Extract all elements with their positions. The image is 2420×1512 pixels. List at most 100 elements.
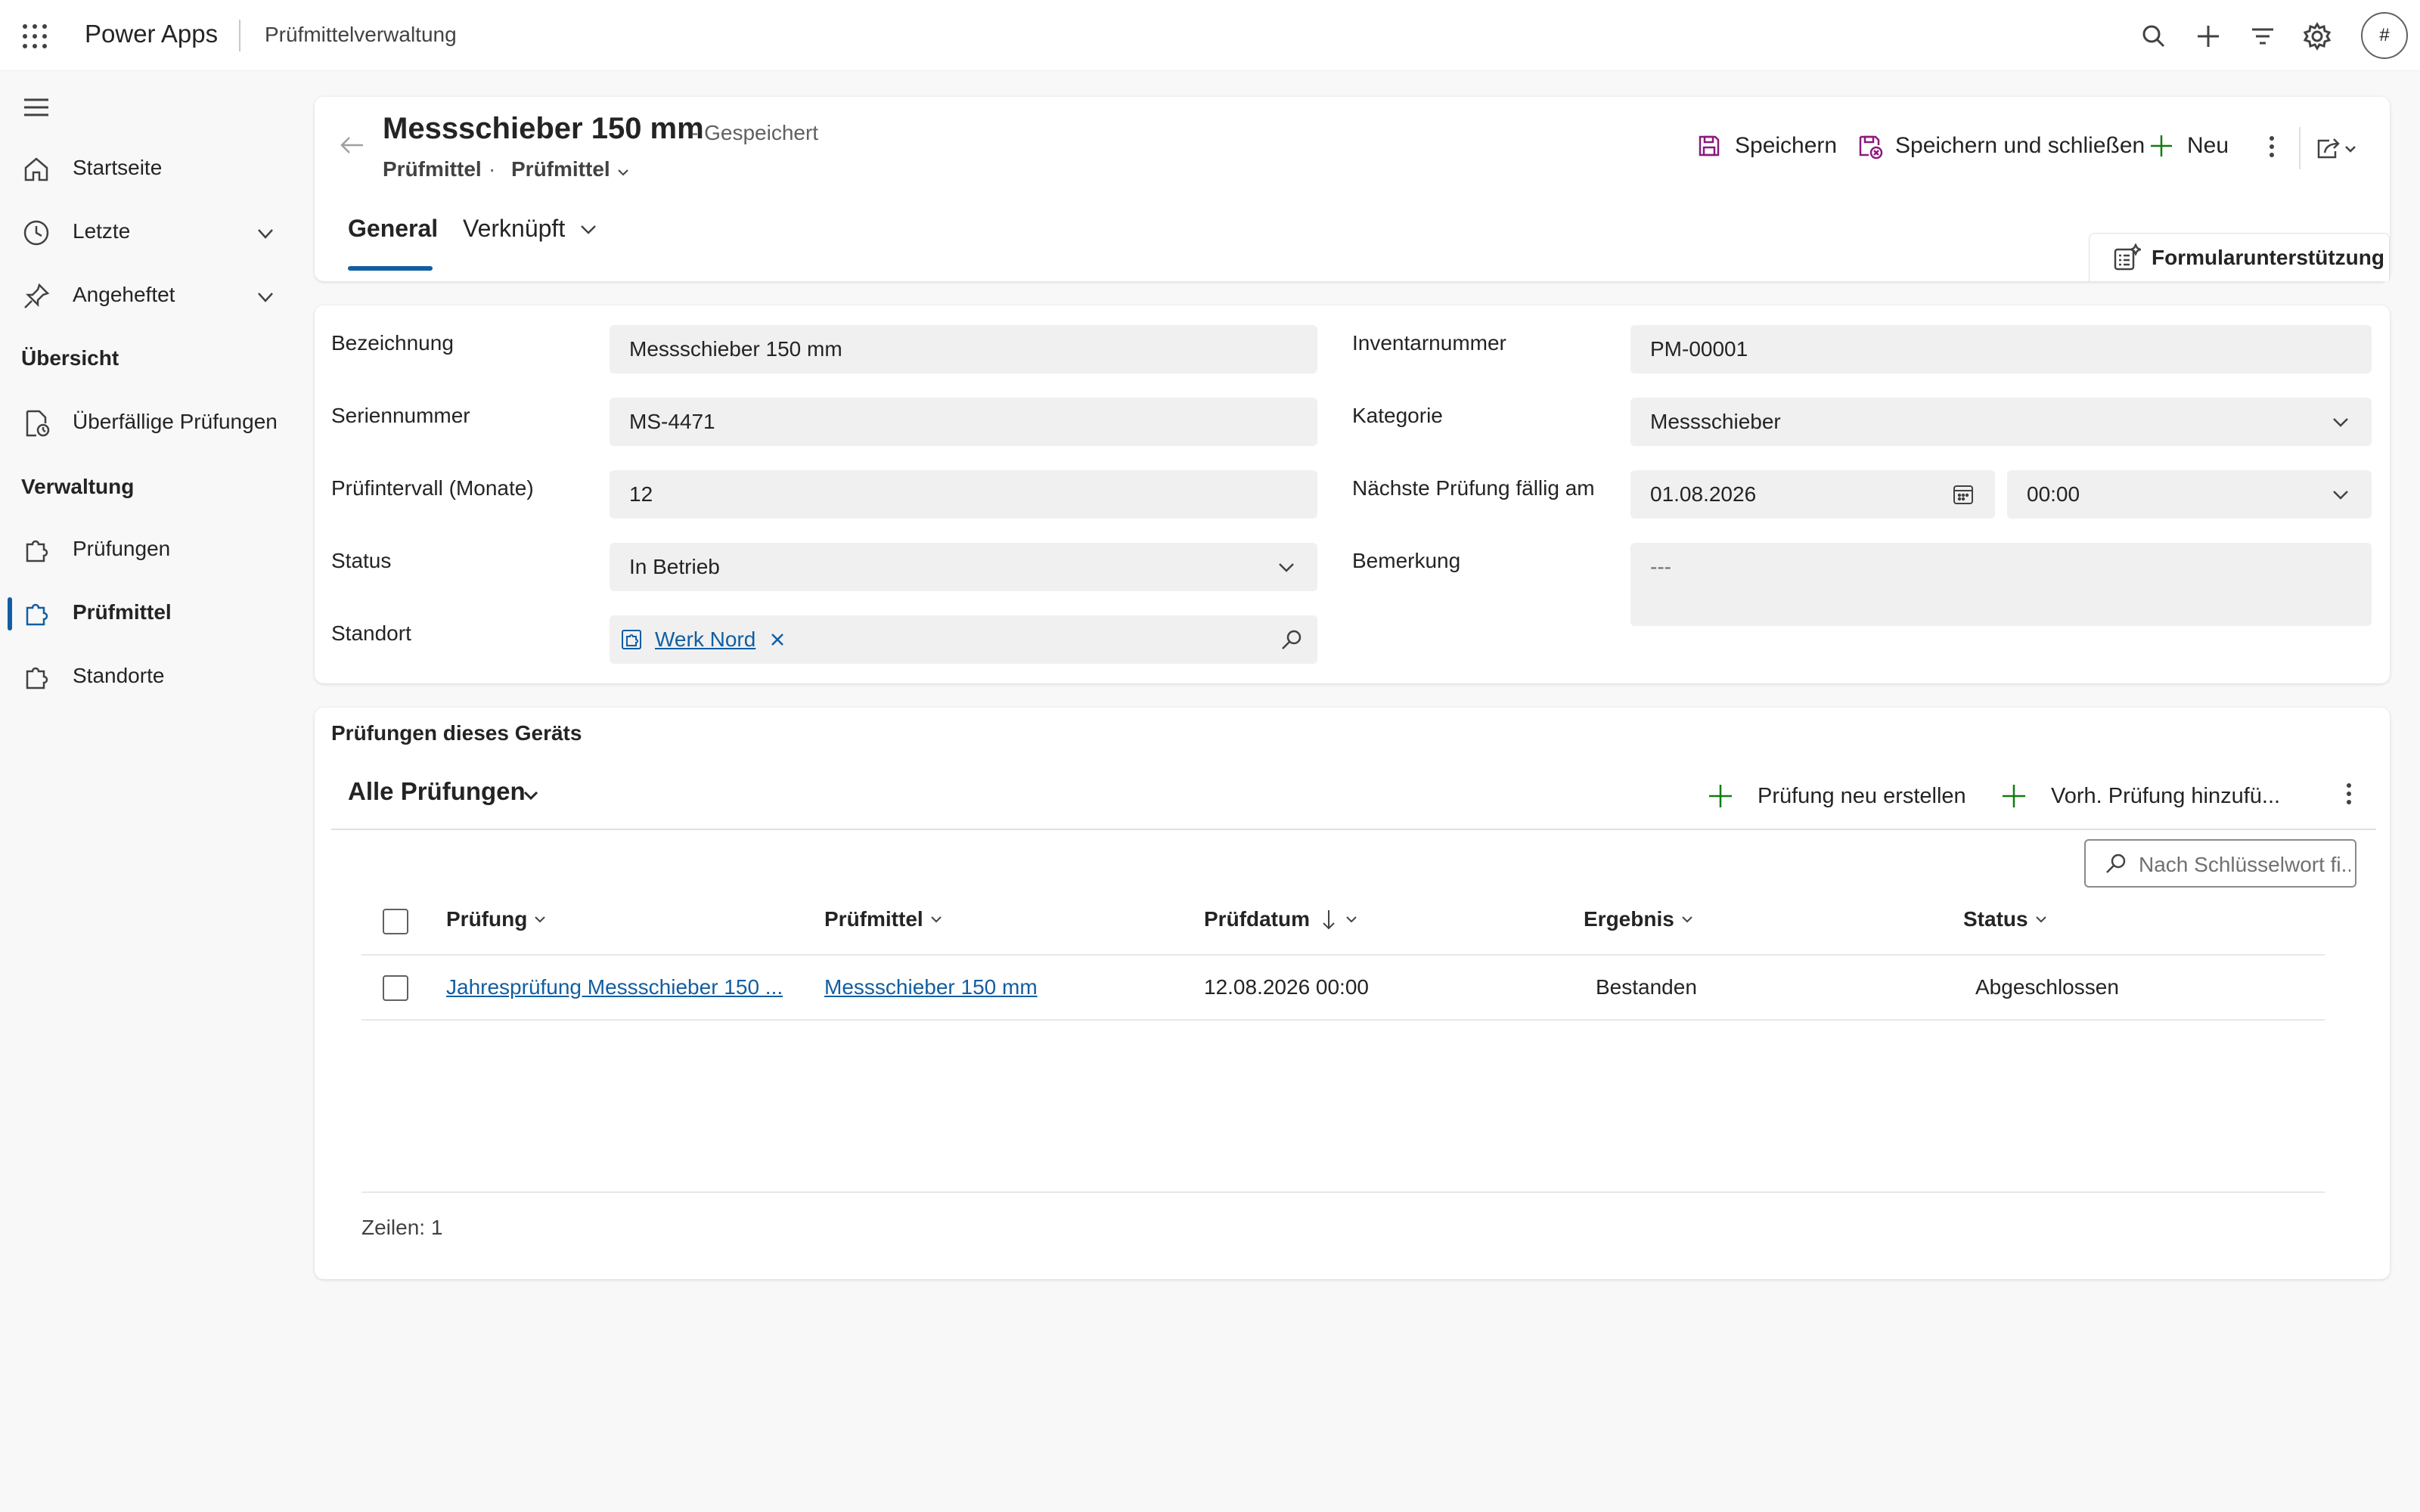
next-due-time: 00:00 (2027, 482, 2080, 506)
chevron-down-icon[interactable] (614, 163, 632, 181)
grid-search-input[interactable]: Nach Schlüsselwort fi... (2084, 839, 2356, 888)
form-assist-button[interactable]: Formularunterstützung (2089, 233, 2390, 281)
sidebar-item-overdue[interactable]: Überfällige Prüfungen (0, 395, 302, 449)
next-due-time-select[interactable]: 00:00 (2007, 470, 2372, 519)
row-checkbox[interactable] (383, 975, 408, 1001)
category-label: Kategorie (1352, 404, 1443, 427)
search-placeholder: Nach Schlüsselwort fi... (2139, 853, 2350, 876)
inspection-result: Bestanden (1596, 975, 1697, 999)
chevron-down-icon[interactable] (253, 284, 278, 310)
location-link[interactable]: Werk Nord (655, 623, 755, 656)
user-avatar[interactable]: # (2361, 12, 2408, 59)
save-close-label: Speichern und schließen (1895, 133, 2145, 158)
save-and-close-button[interactable]: Speichern und schließen (1856, 127, 2145, 165)
chevron-down-icon (928, 911, 945, 928)
record-title: Messschieber 150 mm (383, 112, 704, 145)
column-label: Status (1963, 907, 2028, 931)
add-icon[interactable] (2193, 21, 2223, 51)
interval-label: Prüfintervall (Monate) (331, 476, 534, 500)
select-all-checkbox[interactable] (383, 909, 408, 934)
chevron-down-icon (2033, 911, 2049, 928)
more-commands-icon[interactable] (2257, 132, 2287, 162)
more-commands-icon[interactable] (2334, 779, 2364, 809)
next-due-date-field[interactable]: 01.08.2026 (1630, 470, 1995, 519)
location-lookup[interactable]: Werk Nord (610, 615, 1317, 664)
remove-tag-icon[interactable] (768, 630, 787, 649)
remark-field[interactable]: --- (1630, 543, 2372, 626)
inventory-field[interactable]: PM-00001 (1630, 325, 2372, 373)
sidebar-item-pinned[interactable]: Angeheftet (0, 268, 302, 322)
sidebar-item-recent[interactable]: Letzte (0, 204, 302, 259)
column-label: Prüfmittel (824, 907, 923, 931)
subgrid-title: Prüfungen dieses Geräts (331, 721, 582, 745)
inspection-status: Abgeschlossen (1975, 975, 2119, 999)
column-header-result[interactable]: Ergebnis (1584, 907, 1696, 931)
filter-icon[interactable] (2248, 21, 2278, 51)
tab-related[interactable]: Verknüpft (463, 215, 565, 243)
view-selector[interactable]: Alle Prüfungen (348, 777, 526, 806)
lookup-search-icon[interactable] (1280, 627, 1304, 652)
interval-field[interactable]: 12 (610, 470, 1317, 519)
top-bar: Power Apps Prüfmittelverwaltung # (0, 0, 2420, 71)
new-inspection-button[interactable]: Prüfung neu erstellen (1706, 777, 1966, 815)
hamburger-icon[interactable] (21, 92, 51, 122)
hamburger-menu[interactable] (0, 79, 302, 133)
record-header: Messschieber 150 mm - Gespeichert Prüfmi… (315, 97, 2390, 281)
chevron-down-icon[interactable] (576, 218, 600, 242)
location-tag[interactable]: Werk Nord (620, 623, 787, 656)
calendar-icon[interactable] (1951, 482, 1975, 507)
chevron-down-icon[interactable] (1275, 556, 1298, 579)
topbar-divider (239, 20, 240, 51)
column-label: Ergebnis (1584, 907, 1674, 931)
designation-field[interactable]: Messschieber 150 mm (610, 325, 1317, 373)
header-divider (361, 954, 2325, 956)
serial-field[interactable]: MS-4471 (610, 398, 1317, 446)
inspections-subgrid: Prüfungen dieses Geräts Alle Prüfungen P… (315, 708, 2390, 1279)
form-selector[interactable]: Prüfmittel (511, 157, 610, 181)
sidebar-item-locations[interactable]: Standorte (0, 649, 302, 703)
share-icon[interactable] (2314, 133, 2360, 163)
add-icon (2148, 132, 2175, 160)
tab-general[interactable]: General (348, 215, 438, 243)
back-arrow-icon[interactable] (337, 130, 368, 160)
waffle-icon[interactable] (21, 23, 48, 50)
sidebar-item-inspections[interactable]: Prüfungen (0, 522, 302, 576)
column-label: Prüfdatum (1204, 907, 1310, 931)
add-icon (2000, 782, 2028, 810)
environment-name[interactable]: Prüfmittelverwaltung (265, 23, 457, 47)
equipment-link[interactable]: Messschieber 150 mm (824, 975, 1038, 999)
sidebar-item-label: Prüfmittel (73, 600, 172, 624)
sidebar-item-equipment[interactable]: Prüfmittel (0, 585, 302, 640)
search-icon[interactable] (2139, 21, 2169, 51)
settings-icon[interactable] (2302, 21, 2332, 51)
sidebar-item-label: Startseite (73, 156, 163, 179)
chevron-down-icon[interactable] (253, 221, 278, 246)
command-bar-divider (331, 829, 2376, 830)
app-name[interactable]: Power Apps (85, 20, 218, 48)
column-header-inspection[interactable]: Prüfung (446, 907, 548, 931)
save-label: Speichern (1735, 133, 1838, 158)
puzzle-icon (21, 535, 51, 565)
chevron-down-icon[interactable] (2329, 411, 2352, 434)
category-select[interactable]: Messschieber (1630, 398, 2372, 446)
breadcrumb-separator: · (489, 157, 496, 181)
column-header-status[interactable]: Status (1963, 907, 2049, 931)
chevron-down-icon[interactable] (520, 785, 541, 806)
chevron-down-icon (532, 911, 548, 928)
sidebar-item-label: Standorte (73, 664, 165, 687)
inspection-link[interactable]: Jahresprüfung Messschieber 150 ... (446, 975, 783, 999)
column-header-date[interactable]: Prüfdatum (1204, 907, 1360, 931)
column-label: Prüfung (446, 907, 528, 931)
column-header-equipment[interactable]: Prüfmittel (824, 907, 945, 931)
chevron-down-icon (1343, 911, 1360, 928)
command-divider (2299, 127, 2301, 169)
sidebar-item-home[interactable]: Startseite (0, 141, 302, 195)
remark-label: Bemerkung (1352, 549, 1461, 572)
next-due-label: Nächste Prüfung fällig am (1352, 476, 1595, 500)
status-select[interactable]: In Betrieb (610, 543, 1317, 591)
sidebar: Startseite Letzte Angeheftet Übersicht Ü… (0, 71, 302, 1512)
add-existing-inspection-button[interactable]: Vorh. Prüfung hinzufü... (2000, 777, 2280, 815)
chevron-down-icon[interactable] (2329, 484, 2352, 507)
save-button[interactable]: Speichern (1696, 127, 1837, 165)
new-button[interactable]: Neu (2148, 127, 2229, 165)
